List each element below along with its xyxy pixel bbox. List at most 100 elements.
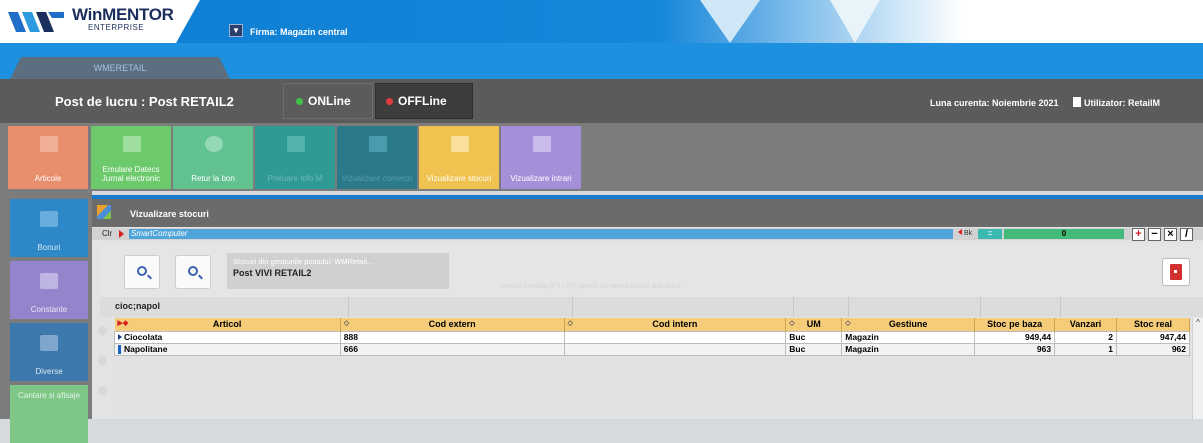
nav-label: Constante bbox=[30, 305, 68, 314]
window-icon bbox=[97, 205, 111, 219]
tile-vizualizare-intrari[interactable]: Vizualizare intrari bbox=[501, 126, 581, 189]
tile-retur-bon[interactable]: Retur la bon bbox=[173, 126, 253, 189]
arrow-right-icon bbox=[119, 230, 124, 238]
col-label: Articol bbox=[212, 319, 242, 330]
firm-dropdown-button[interactable]: ▼ bbox=[229, 24, 243, 37]
cell-vanzari: 2 bbox=[1054, 330, 1117, 344]
tile-preluare-info[interactable]: Preluare Info M bbox=[255, 126, 335, 189]
cell-stoc-baza: 949,44 bbox=[974, 330, 1056, 344]
offline-button[interactable]: OFFLine bbox=[375, 83, 473, 119]
col-stoc-real[interactable]: Stoc real bbox=[1116, 318, 1190, 331]
gutter-dot bbox=[98, 356, 107, 365]
return-icon bbox=[205, 136, 223, 152]
sort-icon: ◇ bbox=[343, 320, 350, 327]
col-label: Stoc pe baza bbox=[987, 319, 1043, 330]
window-title-bar: Vizualizare stocuri bbox=[92, 199, 1203, 227]
tab-retail[interactable]: WMERETAIL bbox=[10, 57, 230, 79]
table-row[interactable]: Ciocolata 888 Buc Magazin 949,44 2 947,4… bbox=[114, 330, 1190, 344]
tile-label: Retur la bon bbox=[191, 174, 235, 183]
nav-bonuri[interactable]: Bonuri bbox=[10, 199, 88, 257]
sort-icon: ◇ bbox=[789, 320, 795, 327]
backspace-button[interactable]: Bk bbox=[958, 229, 972, 237]
cell-um: Buc bbox=[785, 342, 843, 356]
row-gutter bbox=[92, 318, 112, 419]
table-row[interactable]: Napolitane 666 Buc Magazin 963 1 962 bbox=[114, 342, 1190, 356]
current-row-icon bbox=[118, 334, 122, 340]
status-bar: Post de lucru : Post RETAIL2 ONLine OFFL… bbox=[0, 79, 1203, 123]
col-label: Vanzari bbox=[1069, 319, 1102, 330]
grid-header: ▶◆ Articol ◇ Cod extern ◇ Cod intern ◇ UM ◇ G… bbox=[114, 318, 1190, 331]
tile-articole[interactable]: Articole bbox=[8, 126, 88, 189]
exit-button[interactable] bbox=[1162, 258, 1190, 286]
cell-cod-extern: 666 bbox=[339, 342, 565, 356]
nav-cantare[interactable]: Cantare si afisaje bbox=[10, 385, 88, 443]
logo-container: WinMENTOR ENTERPRISE bbox=[0, 0, 200, 43]
stock-post: Post VIVI RETAIL2 bbox=[233, 268, 312, 278]
multiply-button[interactable]: × bbox=[1164, 228, 1177, 241]
tile-emulare-datecs[interactable]: Emulare Datecs Jurnal electronic bbox=[91, 126, 171, 189]
tools-icon bbox=[40, 273, 58, 289]
edit-button[interactable]: / bbox=[1180, 228, 1193, 241]
filter-input[interactable]: cioc;napol bbox=[115, 301, 160, 311]
col-articol[interactable]: ▶◆ Articol bbox=[114, 318, 341, 331]
journal-icon bbox=[123, 136, 141, 152]
cell-um: Buc bbox=[785, 330, 843, 344]
cell-gestiune: Magazin bbox=[841, 330, 976, 344]
col-stoc-baza[interactable]: Stoc pe baza bbox=[974, 318, 1056, 331]
house-icon bbox=[287, 136, 305, 152]
sort-icon: ▶◆ bbox=[117, 320, 129, 327]
tile-label: Preluare Info M bbox=[267, 174, 323, 183]
app-logo-sub: ENTERPRISE bbox=[88, 23, 145, 32]
command-bar: Clr SmartComputer Bk = 0 + − × / bbox=[92, 228, 1203, 241]
col-label: Cod extern bbox=[428, 319, 476, 330]
top-banner: WinMENTOR ENTERPRISE ▼ Firma: Magazin ce… bbox=[0, 0, 1203, 43]
cell-cod-intern bbox=[563, 342, 787, 356]
grid-scrollbar[interactable]: ^ bbox=[1192, 318, 1203, 419]
cell-articol: Napolitane bbox=[114, 342, 341, 356]
cell-stoc-real: 947,44 bbox=[1116, 330, 1190, 344]
equals-button[interactable]: = bbox=[978, 229, 1002, 239]
receipt-icon bbox=[40, 211, 58, 227]
col-label: UM bbox=[806, 319, 821, 330]
tile-vizualizare-comenzi[interactable]: Vizualizare comenzi bbox=[337, 126, 417, 189]
cell-stoc-baza: 963 bbox=[974, 342, 1056, 356]
plus-button[interactable]: + bbox=[1132, 228, 1145, 241]
advanced-search-button[interactable] bbox=[175, 255, 211, 289]
cell-cod-extern: 888 bbox=[339, 330, 565, 344]
command-input[interactable]: SmartComputer bbox=[129, 229, 953, 239]
col-label: Gestiune bbox=[888, 319, 928, 330]
divider bbox=[980, 297, 981, 317]
exit-door-icon bbox=[1170, 264, 1182, 280]
cell-cod-intern bbox=[563, 330, 787, 344]
minus-button[interactable]: − bbox=[1148, 228, 1161, 241]
nav-constante[interactable]: Constante bbox=[10, 261, 88, 319]
post-label: Post de lucru : Post RETAIL2 bbox=[55, 94, 234, 109]
tile-vizualizare-stocuri[interactable]: Vizualizare stocuri bbox=[419, 126, 499, 189]
divider bbox=[348, 297, 349, 317]
col-cod-extern[interactable]: ◇ Cod extern bbox=[340, 318, 565, 331]
current-user: Utilizator: RetailM bbox=[1084, 98, 1161, 108]
scroll-up-icon[interactable]: ^ bbox=[1196, 318, 1200, 327]
cell-text: Ciocolata bbox=[124, 332, 163, 342]
arrow-left-icon bbox=[958, 229, 962, 235]
row-marker-icon bbox=[118, 345, 121, 355]
stock-info-panel: Stocuri din gestiunile postului: WMRetai… bbox=[227, 253, 449, 289]
tile-label: Vizualizare intrari bbox=[510, 174, 572, 183]
online-button[interactable]: ONLine bbox=[283, 83, 373, 119]
search-button[interactable] bbox=[124, 255, 160, 289]
clear-button[interactable]: Clr bbox=[102, 229, 112, 238]
counter-display: 0 bbox=[1004, 229, 1124, 239]
cell-stoc-real: 962 bbox=[1116, 342, 1190, 356]
col-gestiune[interactable]: ◇ Gestiune bbox=[841, 318, 976, 331]
tile-label: Vizualizare stocuri bbox=[426, 174, 492, 183]
tile-label: Articole bbox=[34, 174, 62, 183]
gutter-dot bbox=[98, 326, 107, 335]
current-month: Luna curenta: Noiembrie 2021 bbox=[930, 98, 1059, 108]
filter-row: cioc;napol bbox=[100, 297, 1203, 317]
cell-gestiune: Magazin bbox=[841, 342, 976, 356]
col-cod-intern[interactable]: ◇ Cod intern bbox=[564, 318, 787, 331]
col-um[interactable]: ◇ UM bbox=[785, 318, 843, 331]
col-vanzari[interactable]: Vanzari bbox=[1054, 318, 1117, 331]
nav-label: Cantare si afisaje bbox=[18, 391, 80, 400]
nav-diverse[interactable]: Diverse bbox=[10, 323, 88, 381]
